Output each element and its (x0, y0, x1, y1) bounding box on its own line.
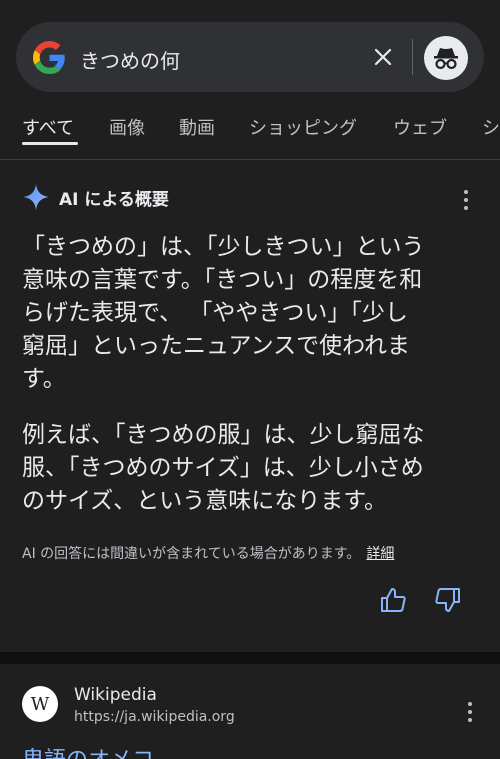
text-line: 例えば、「きつめの服」は、少し窮屈な (22, 422, 425, 448)
search-bar[interactable]: きつめの何 (16, 22, 484, 92)
text-line: 「きつめの」は、「少しきつい」という (22, 234, 425, 260)
result-site-name[interactable]: Wikipedia (74, 685, 157, 705)
clear-search-icon[interactable] (371, 45, 395, 69)
favicon-letter: W (30, 693, 50, 715)
tab-shopping[interactable]: ショッピング (249, 114, 357, 140)
active-tab-indicator (22, 142, 78, 145)
incognito-avatar[interactable] (424, 36, 468, 80)
tab-videos[interactable]: 動画 (179, 114, 215, 140)
tab-all[interactable]: すべて (22, 114, 74, 140)
ai-disclaimer-text: AI の回答には間違いが含まれている場合があります。 (22, 546, 361, 562)
details-link[interactable]: 詳細 (366, 546, 394, 562)
tab-more[interactable]: シ (482, 114, 500, 140)
search-input[interactable]: きつめの何 (80, 45, 180, 74)
result-title-link[interactable]: 卑語のオメコ (22, 742, 154, 759)
thumbs-up-icon[interactable] (379, 586, 407, 614)
text-line: 意味の言葉です。「きつい」の程度を和 (22, 267, 423, 293)
ai-overview-paragraph-1: 「きつめの」は、「少しきつい」という 意味の言葉です。「きつい」の程度を和 らげ… (22, 231, 482, 396)
text-line: らげた表現で、 「ややきつい」「少し (22, 300, 408, 326)
search-tabs: すべて 画像 動画 ショッピング ウェブ シ (0, 100, 500, 158)
tab-web[interactable]: ウェブ (393, 114, 447, 140)
text-line: 服、「きつめのサイズ」は、少し小さめ (22, 455, 424, 481)
search-divider (412, 39, 413, 75)
ai-sparkle-icon (23, 184, 49, 210)
google-logo-icon[interactable] (33, 41, 66, 74)
text-line: す。 (22, 366, 66, 392)
wikipedia-favicon[interactable]: W (22, 686, 58, 722)
incognito-icon (434, 48, 458, 70)
section-separator (0, 652, 500, 664)
thumbs-down-icon[interactable] (434, 586, 462, 614)
ai-overview-paragraph-2: 例えば、「きつめの服」は、少し窮屈な 服、「きつめのサイズ」は、少し小さめ のサ… (22, 419, 482, 518)
text-line: のサイズ、という意味になります。 (22, 488, 388, 514)
tab-images[interactable]: 画像 (109, 114, 145, 140)
ai-overview-menu-icon[interactable] (463, 190, 469, 210)
result-url[interactable]: https://ja.wikipedia.org (74, 709, 235, 725)
result-menu-icon[interactable] (467, 702, 473, 722)
ai-overview-title: AI による概要 (59, 189, 169, 210)
ai-disclaimer: AI の回答には間違いが含まれている場合があります。 詳細 (22, 543, 394, 563)
text-line: 窮屈」といったニュアンスで使われま (22, 333, 411, 359)
tabs-divider (0, 159, 500, 160)
ai-overview-header: AI による概要 (22, 182, 169, 212)
